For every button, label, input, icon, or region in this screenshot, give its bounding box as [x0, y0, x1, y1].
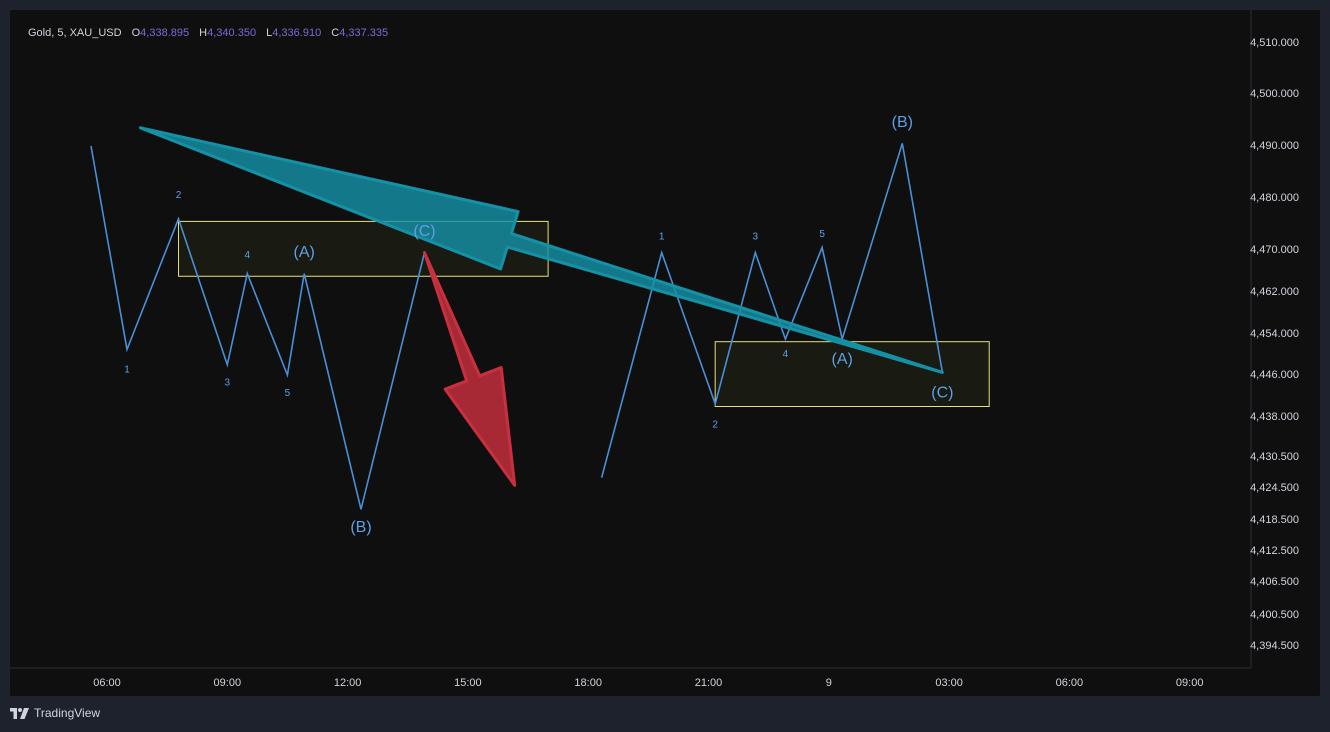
- axes-layer: 4,510.000 4,500.000 4,490.000 4,480.000 4,47…: [10, 10, 1299, 689]
- close-value: 4,337.335: [339, 27, 389, 39]
- wave-labels-layer: 1 2 3 4 5 (A) (B) (C) 1 2 3 4 5 (A) (B) (C): [124, 114, 953, 536]
- close-key: C: [331, 27, 340, 39]
- symbol-legend: Gold, 5, XAU_USD O4,338.895 H4,340.350 L…: [28, 27, 388, 39]
- wave-label[interactable]: 3: [225, 378, 231, 389]
- time-tick-label[interactable]: 06:00: [93, 677, 121, 689]
- time-tick-label[interactable]: 18:00: [574, 677, 602, 689]
- time-tick-label[interactable]: 12:00: [334, 677, 362, 689]
- open-value: 4,338.895: [140, 27, 190, 39]
- symbol-name[interactable]: Gold, 5, XAU_USD: [28, 27, 122, 39]
- wave-label[interactable]: (A): [832, 351, 853, 368]
- wave-label[interactable]: (C): [413, 223, 435, 240]
- price-tick-label[interactable]: 4,394.500: [1250, 640, 1299, 652]
- wave-label[interactable]: (B): [350, 519, 371, 536]
- wave-label[interactable]: (C): [931, 385, 953, 402]
- chart-frame[interactable]: 1 2 3 4 5 (A) (B) (C) 1 2 3 4 5 (A) (B) (C) 4,510.000 4,…: [10, 10, 1320, 696]
- price-tick-label[interactable]: 4,470.000: [1250, 244, 1299, 256]
- price-tick-label[interactable]: 4,500.000: [1250, 88, 1299, 100]
- wave-label[interactable]: (B): [892, 114, 913, 131]
- time-tick-label[interactable]: 21:00: [695, 677, 723, 689]
- price-tick-label[interactable]: 4,418.500: [1250, 514, 1299, 526]
- price-tick-label[interactable]: 4,400.500: [1250, 609, 1299, 621]
- wave-label[interactable]: 5: [819, 229, 825, 240]
- wave-line-2[interactable]: [600, 143, 944, 478]
- price-tick-label[interactable]: 4,406.500: [1250, 576, 1299, 588]
- time-tick-label[interactable]: 09:00: [214, 677, 242, 689]
- price-tick-label[interactable]: 4,480.000: [1250, 192, 1299, 204]
- time-tick-label[interactable]: 9: [826, 677, 832, 689]
- price-tick-label[interactable]: 4,446.000: [1250, 369, 1299, 381]
- open-key: O: [131, 27, 141, 39]
- wave-label[interactable]: 4: [245, 250, 251, 261]
- price-tick-label[interactable]: 4,424.500: [1250, 482, 1299, 494]
- price-tick-label[interactable]: 4,454.000: [1250, 328, 1299, 340]
- high-value: 4,340.350: [207, 27, 257, 39]
- footer-branding[interactable]: TradingView: [10, 706, 100, 720]
- wave-label[interactable]: 1: [659, 232, 665, 243]
- time-tick-label[interactable]: 06:00: [1056, 677, 1084, 689]
- wave-label[interactable]: 4: [783, 349, 789, 360]
- price-tick-label[interactable]: 4,438.000: [1250, 411, 1299, 423]
- time-tick-label[interactable]: 09:00: [1176, 677, 1204, 689]
- price-tick-label[interactable]: 4,490.000: [1250, 140, 1299, 152]
- price-tick-label[interactable]: 4,412.500: [1250, 545, 1299, 557]
- wave-label[interactable]: 5: [285, 388, 291, 399]
- bearish-arrow[interactable]: [423, 251, 517, 487]
- wave-label[interactable]: 2: [176, 190, 182, 201]
- wave-label[interactable]: (A): [294, 244, 315, 261]
- price-tick-label[interactable]: 4,510.000: [1250, 37, 1299, 49]
- wave-label[interactable]: 3: [753, 232, 759, 243]
- high-key: H: [199, 27, 208, 39]
- time-tick-label[interactable]: 15:00: [454, 677, 482, 689]
- low-value: 4,336.910: [272, 27, 322, 39]
- brand-name: TradingView: [34, 706, 101, 720]
- time-tick-label[interactable]: 03:00: [935, 677, 963, 689]
- wave-label[interactable]: 2: [712, 420, 718, 431]
- tradingview-logo-icon: [10, 707, 29, 719]
- price-chart[interactable]: 12345(A)(B)(C) 12345(A)(B)(C) 4,510.0004,…: [10, 10, 1320, 696]
- price-tick-label[interactable]: 4,430.500: [1250, 451, 1299, 463]
- series-layer: [90, 143, 944, 510]
- price-tick-label[interactable]: 4,462.000: [1250, 286, 1299, 298]
- wave-label[interactable]: 1: [124, 365, 130, 376]
